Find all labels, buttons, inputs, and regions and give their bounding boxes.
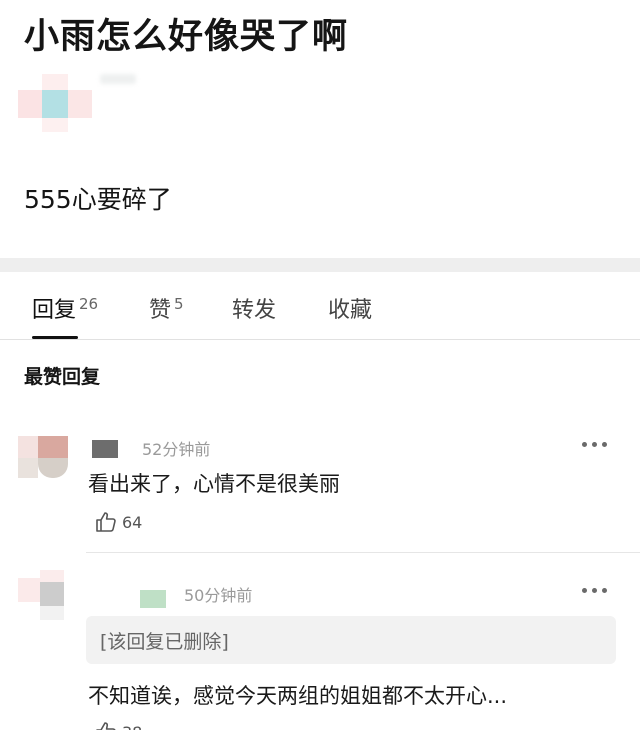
comment-avatar[interactable]: [18, 570, 74, 620]
like-button[interactable]: 38: [94, 720, 154, 730]
post-body: 555心要碎了: [24, 185, 172, 214]
thumbs-up-icon: [96, 512, 116, 532]
thumbs-up-icon: [96, 722, 116, 730]
commenter-name-redacted: [92, 440, 118, 458]
author-name-redacted: [100, 74, 136, 84]
tab-reposts[interactable]: 转发: [232, 292, 276, 324]
tab-likes-count: 5: [174, 295, 184, 313]
comment-time: 52分钟前: [142, 440, 211, 459]
section-heading: 最赞回复: [24, 366, 101, 388]
active-tab-indicator: [32, 336, 78, 339]
comment-divider: [86, 552, 640, 553]
commenter-name-redacted: [140, 590, 166, 608]
like-count: 64: [122, 513, 143, 532]
tab-bar: 回复 26 赞5 转发 收藏: [0, 272, 640, 340]
author-avatar[interactable]: [18, 74, 92, 132]
quoted-reply: [该回复已删除]: [86, 616, 616, 664]
post-title: 小雨怎么好像哭了啊: [24, 17, 349, 57]
post-detail-page: 小雨怎么好像哭了啊 555心要碎了 回复 26 赞5 转发 收藏 最赞回复 52分…: [0, 0, 640, 730]
more-dots-icon[interactable]: [580, 584, 610, 596]
comment-time: 50分钟前: [184, 586, 253, 605]
tab-replies[interactable]: 回复 26: [32, 292, 98, 324]
more-dots-icon[interactable]: [580, 438, 610, 450]
comment-text: 看出来了，心情不是很美丽: [88, 472, 340, 496]
tab-favorites-label: 收藏: [328, 298, 373, 323]
tab-likes-label: 赞: [149, 298, 172, 323]
tab-replies-count: 26: [79, 295, 99, 313]
tab-replies-label: 回复: [32, 298, 77, 323]
comment-text: 不知道诶，感觉今天两组的姐姐都不太开心...: [88, 684, 508, 708]
comment-avatar[interactable]: [18, 436, 74, 486]
tab-likes[interactable]: 赞5: [149, 292, 184, 324]
tab-favorites[interactable]: 收藏: [328, 292, 372, 324]
like-button[interactable]: 64: [94, 510, 154, 536]
section-divider: [0, 258, 640, 272]
like-count: 38: [122, 723, 142, 730]
quoted-reply-text: [该回复已删除]: [100, 631, 229, 653]
tab-reposts-label: 转发: [232, 298, 277, 323]
